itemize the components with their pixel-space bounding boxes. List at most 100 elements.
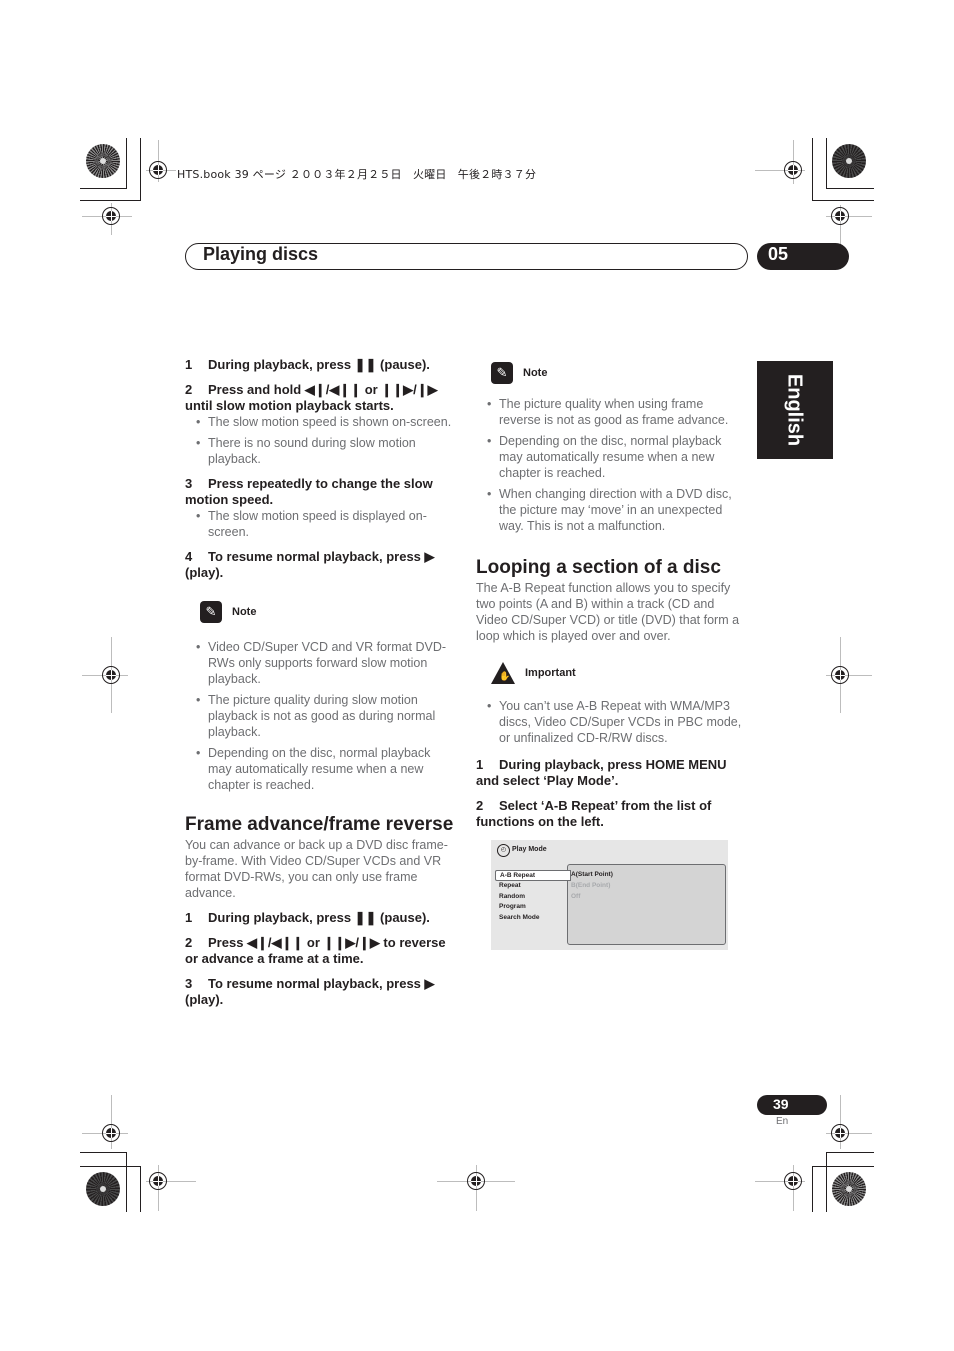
right-column: ✎ Note The picture quality when using fr… bbox=[476, 360, 748, 839]
menu-item-ab-repeat[interactable]: A-B Repeat bbox=[495, 870, 571, 881]
section-intro: The A-B Repeat function allows you to sp… bbox=[476, 581, 740, 643]
step-text: During playback, press ❚❚ (pause). bbox=[208, 910, 430, 925]
crop-line bbox=[140, 138, 141, 200]
registration-starburst-icon bbox=[86, 1172, 120, 1206]
bullet-item: The slow motion speed is shown on-screen… bbox=[185, 414, 457, 430]
warning-hand-icon: ✋ bbox=[491, 662, 515, 684]
crop-line bbox=[140, 1166, 141, 1212]
registration-mark-icon bbox=[831, 1124, 849, 1142]
registration-mark-icon bbox=[102, 1124, 120, 1142]
menu-item-search-mode[interactable]: Search Mode bbox=[499, 914, 539, 921]
chapter-number: 05 bbox=[768, 244, 789, 264]
registration-mark-icon bbox=[102, 207, 120, 225]
note-label: Note bbox=[523, 367, 548, 379]
registration-mark-icon bbox=[784, 161, 802, 179]
note-header: ✎ Note bbox=[200, 601, 457, 623]
section-intro: You can advance or back up a DVD disc fr… bbox=[185, 838, 448, 900]
crop-line bbox=[80, 1152, 127, 1153]
step-number: 3 bbox=[185, 476, 193, 491]
section-heading: Frame advance/frame reverse bbox=[185, 814, 454, 835]
registration-mark-icon bbox=[102, 666, 120, 684]
step: 3 To resume normal playback, press ▶ (pla… bbox=[185, 976, 457, 1008]
menu-item-program[interactable]: Program bbox=[499, 903, 526, 910]
registration-mark-icon bbox=[149, 1172, 167, 1190]
note-item: Depending on the disc, normal playback m… bbox=[185, 745, 457, 793]
note-header: ✎ Note bbox=[491, 362, 748, 384]
step-number: 3 bbox=[185, 976, 193, 991]
registration-mark-icon bbox=[149, 161, 167, 179]
important-label: Important bbox=[525, 667, 576, 679]
step-number: 1 bbox=[185, 910, 193, 925]
language-tab-label: English bbox=[783, 373, 806, 447]
bullet-item: There is no sound during slow motion pla… bbox=[185, 435, 457, 467]
step: 3 Press repeatedly to change the slow mot… bbox=[185, 476, 457, 508]
crop-line bbox=[826, 188, 874, 189]
step-text: During playback, press HOME MENU and sel… bbox=[476, 757, 727, 788]
registration-mark-icon bbox=[784, 1172, 802, 1190]
step: 4 To resume normal playback, press ▶ (pla… bbox=[185, 549, 457, 581]
step: 2 Press and hold ◀❙/◀❙❙ or ❙❙▶/❙▶ until s… bbox=[185, 382, 457, 414]
registration-starburst-icon bbox=[832, 1172, 866, 1206]
note-label: Note bbox=[232, 606, 257, 618]
step: 1 During playback, press ❚❚ (pause). bbox=[185, 357, 457, 373]
page-number: 39 bbox=[773, 1096, 789, 1112]
screen-title: Play Mode bbox=[512, 846, 547, 853]
crop-line bbox=[80, 1166, 141, 1167]
note-item: The picture quality when using frame rev… bbox=[476, 396, 748, 428]
menu-item-random[interactable]: Random bbox=[499, 893, 525, 900]
option-off: Off bbox=[571, 893, 581, 900]
registration-mark-icon bbox=[467, 1172, 485, 1190]
step: 2 Select ‘A-B Repeat’ from the list of fu… bbox=[476, 798, 748, 830]
disc-icon: ◴ bbox=[497, 844, 510, 857]
crop-line bbox=[826, 1152, 827, 1212]
play-mode-screen: ◴ Play Mode A-B Repeat Repeat Random Pro… bbox=[491, 840, 728, 950]
section-heading: Looping a section of a disc bbox=[476, 557, 721, 578]
crop-line bbox=[826, 138, 827, 188]
crop-line bbox=[826, 1152, 874, 1153]
step-number: 2 bbox=[185, 382, 193, 397]
registration-starburst-icon bbox=[832, 144, 866, 178]
crop-line bbox=[80, 188, 127, 189]
print-slug: HTS.book 39 ページ ２００３年２月２５日 火曜日 午後２時３７分 bbox=[177, 168, 537, 181]
registration-mark-icon bbox=[831, 207, 849, 225]
pencil-note-icon: ✎ bbox=[491, 362, 513, 384]
crop-line bbox=[812, 1166, 874, 1167]
step-text: To resume normal playback, press ▶ (play… bbox=[185, 976, 435, 1007]
page-language: En bbox=[776, 1116, 789, 1127]
step-text: Press ◀❙/◀❙❙ or ❙❙▶/❙▶ to reverse or adv… bbox=[185, 935, 446, 966]
step: 1 During playback, press ❚❚ (pause). bbox=[185, 910, 457, 926]
crop-line bbox=[812, 138, 813, 200]
bullet-item: The slow motion speed is displayed on-sc… bbox=[185, 508, 457, 540]
step-text: Press and hold ◀❙/◀❙❙ or ❙❙▶/❙▶ until sl… bbox=[185, 382, 438, 413]
step-number: 4 bbox=[185, 549, 193, 564]
note-item: The picture quality during slow motion p… bbox=[185, 692, 457, 740]
menu-item-repeat[interactable]: Repeat bbox=[499, 882, 521, 889]
registration-mark-icon bbox=[831, 666, 849, 684]
step: 1 During playback, press HOME MENU and se… bbox=[476, 757, 748, 789]
step-number: 1 bbox=[476, 757, 484, 772]
step-text: Select ‘A-B Repeat’ from the list of fun… bbox=[476, 798, 712, 829]
option-start-point[interactable]: A(Start Point) bbox=[571, 871, 613, 878]
crop-line bbox=[80, 200, 141, 201]
step-text: Press repeatedly to change the slow moti… bbox=[185, 476, 433, 507]
pencil-note-icon: ✎ bbox=[200, 601, 222, 623]
left-column: 1 During playback, press ❚❚ (pause). 2 Pre… bbox=[185, 357, 457, 1017]
important-item: You can’t use A-B Repeat with WMA/MP3 di… bbox=[476, 698, 748, 746]
note-item: Depending on the disc, normal playback m… bbox=[476, 433, 748, 481]
step: 2 Press ◀❙/◀❙❙ or ❙❙▶/❙▶ to reverse or ad… bbox=[185, 935, 457, 967]
step-number: 2 bbox=[476, 798, 484, 813]
step-text: During playback, press ❚❚ (pause). bbox=[208, 357, 430, 372]
crop-line bbox=[126, 1152, 127, 1212]
step-number: 1 bbox=[185, 357, 193, 372]
step-number: 2 bbox=[185, 935, 193, 950]
registration-starburst-icon bbox=[86, 144, 120, 178]
page-number-badge bbox=[757, 1095, 827, 1115]
important-header: ✋ Important bbox=[491, 662, 748, 684]
note-item: Video CD/Super VCD and VR format DVD-RWs… bbox=[185, 639, 457, 687]
crop-line bbox=[812, 200, 874, 201]
step-text: To resume normal playback, press ▶ (play… bbox=[185, 549, 435, 580]
note-item: When changing direction with a DVD disc,… bbox=[476, 486, 748, 534]
crop-line bbox=[812, 1166, 813, 1212]
option-end-point: B(End Point) bbox=[571, 882, 611, 889]
crop-line bbox=[126, 138, 127, 188]
